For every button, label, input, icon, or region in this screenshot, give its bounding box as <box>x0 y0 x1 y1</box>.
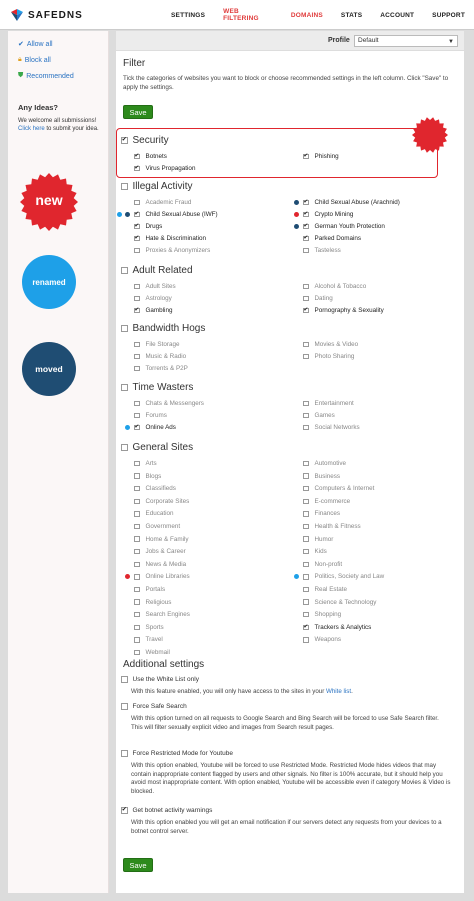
setting-desc-text: With this option enabled, Youtube will b… <box>131 762 451 795</box>
setting-checkbox[interactable]: ✔ <box>121 807 128 814</box>
allow-all-label: Allow all <box>26 40 53 48</box>
recommended-link[interactable]: ⛊ Recommended <box>18 68 108 84</box>
main-nav: SETTINGS WEB FILTERING DOMAINS STATS ACCOUNT… <box>162 0 474 30</box>
block-all-link[interactable]: 🔒︎ Block all <box>18 52 108 68</box>
setting-checkbox[interactable] <box>121 676 128 683</box>
setting-use-the-white-list-only[interactable]: Use the White List only <box>121 676 199 683</box>
setting-desc-text: With this option turned on all requests … <box>131 715 439 722</box>
nav-settings[interactable]: SETTINGS <box>162 12 214 19</box>
additional-settings-list: Use the White List only With this feature… <box>116 31 464 893</box>
shield-icon: ⛊ <box>18 72 24 79</box>
setting-label: Use the White List only <box>132 676 199 683</box>
ideas-link[interactable]: Click here <box>18 126 45 132</box>
setting-description: With this option enabled, Youtube will b… <box>131 762 456 796</box>
setting-force-restricted-mode-for-youtube[interactable]: Force Restricted Mode for Youtube <box>121 750 233 757</box>
setting-force-safe-search[interactable]: Force Safe Search <box>121 703 187 710</box>
setting-desc-text: With this option enabled you will get an… <box>131 819 442 835</box>
new-badge-label: new <box>35 192 63 208</box>
setting-label: Force Safe Search <box>132 703 187 710</box>
save-button-bottom[interactable]: Save <box>123 858 153 872</box>
brand-logo[interactable]: SAFEDNS <box>10 8 83 22</box>
nav-web-filtering[interactable]: WEB FILTERING <box>214 8 282 22</box>
main-panel: Profile Default ▼ Filter Tick the catego… <box>116 31 464 893</box>
top-header: SAFEDNS SETTINGS WEB FILTERING DOMAINS STAT… <box>0 0 474 30</box>
setting-label: Force Restricted Mode for Youtube <box>132 750 233 757</box>
setting-description: With this option enabled you will get an… <box>131 819 456 836</box>
setting-description: With this feature enabled, you will only… <box>131 688 456 697</box>
nav-stats[interactable]: STATS <box>332 12 371 19</box>
ideas-title: Any Ideas? <box>18 103 59 112</box>
check-icon: ✔ <box>18 41 24 48</box>
white-list-link[interactable]: White list <box>326 688 351 695</box>
setting-checkbox[interactable] <box>121 703 128 710</box>
safedns-logo-icon <box>11 9 23 21</box>
lock-icon: 🔒︎ <box>18 56 22 63</box>
renamed-badge-label: renamed <box>32 277 66 287</box>
nav-support[interactable]: SUPPORT <box>423 12 474 19</box>
moved-badge: moved <box>22 342 76 396</box>
setting-checkbox[interactable] <box>121 750 128 757</box>
nav-account[interactable]: ACCOUNT <box>371 12 423 19</box>
block-all-label: Block all <box>24 56 51 64</box>
renamed-badge: renamed <box>22 255 76 309</box>
setting-description: With this option turned on all requests … <box>131 715 456 732</box>
ideas-text: We welcome all submissions! Click here t… <box>18 117 106 133</box>
brand-name: SAFEDNS <box>28 9 83 21</box>
nav-domains[interactable]: DOMAINS <box>282 12 332 19</box>
setting-get-botnet-activity-warnings[interactable]: ✔ Get botnet activity warnings <box>121 807 212 814</box>
moved-badge-label: moved <box>35 364 63 374</box>
left-sidebar: ✔ Allow all 🔒︎ Block all ⛊ Recommended <box>8 31 109 893</box>
allow-all-link[interactable]: ✔ Allow all <box>18 36 108 52</box>
setting-desc-text-2: This will filter sexually explicit video… <box>131 723 334 731</box>
setting-desc-suffix: . <box>351 688 353 695</box>
setting-label: Get botnet activity warnings <box>132 807 213 814</box>
setting-desc-text: With this feature enabled, you will only… <box>131 688 327 695</box>
ideas-welcome: We welcome all submissions! <box>18 118 97 124</box>
new-badge: new <box>20 173 78 231</box>
ideas-box: Any Ideas? We welcome all submissions! C… <box>18 103 106 133</box>
recommended-label: Recommended <box>26 72 74 80</box>
ideas-suffix: to submit your idea. <box>44 126 99 132</box>
